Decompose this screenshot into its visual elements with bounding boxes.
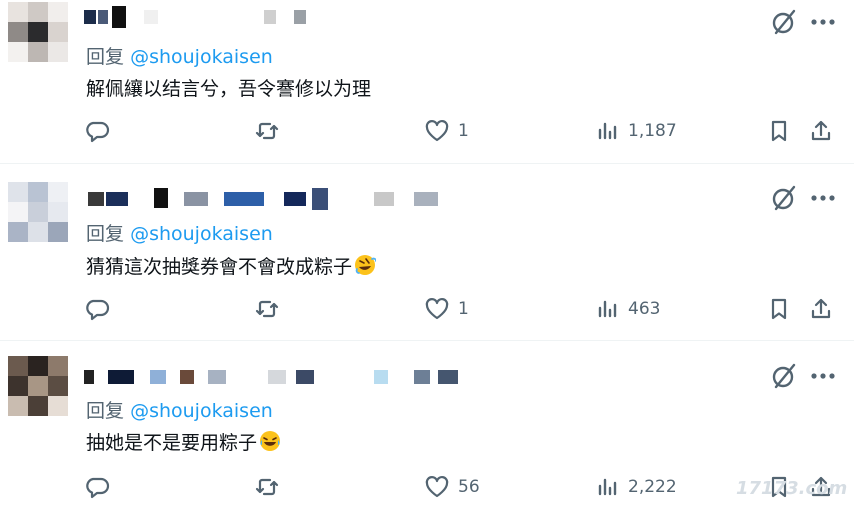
replying-prefix: 回复 [86,400,125,422]
reply-divider [0,340,854,341]
retweet-icon [255,122,279,140]
action-bar: 56 2,222 [0,472,854,502]
comment-icon [86,299,110,321]
share-button[interactable] [808,116,834,146]
comment-icon [86,121,110,143]
reply-text-content: 解佩纕以结言兮，吾令謇修以为理 [86,78,372,100]
avatar-pixelated[interactable] [8,2,68,62]
more-options-icon[interactable] [808,8,838,36]
reply-button[interactable] [84,116,118,146]
reply-divider [0,163,854,164]
view-count: 1,187 [628,121,677,141]
author-name-redacted[interactable] [84,6,684,28]
reply-text-content: 抽她是不是要用粽子 [86,432,258,454]
bookmark-icon [771,120,787,142]
reply-button[interactable] [84,472,118,502]
reply-text: 抽她是不是要用粽子 [86,428,281,455]
replying-handle-link[interactable]: @shoujokaisen [130,400,273,422]
retweet-button[interactable] [254,116,288,146]
more-options-icon[interactable] [808,184,838,212]
share-icon [811,298,831,319]
avatar-pixelated[interactable] [8,356,68,416]
heart-icon [425,298,449,320]
retweet-icon [255,478,279,496]
comment-icon [86,477,110,499]
replying-to: 回复 @shoujokaisen [86,219,273,246]
bookmark-button[interactable] [766,294,792,324]
reply-button[interactable] [84,294,118,324]
bookmark-button[interactable] [766,116,792,146]
replying-prefix: 回复 [86,46,125,68]
like-button[interactable]: 1 [424,294,469,324]
tears-of-joy-emoji [260,431,281,451]
retweet-icon [255,300,279,318]
reply-text: 解佩纕以结言兮，吾令謇修以为理 [86,74,371,101]
replying-to: 回复 @shoujokaisen [86,396,273,423]
replying-handle-link[interactable]: @shoujokaisen [130,46,273,68]
like-count: 1 [458,299,469,319]
reply-text: 猜猜這次抽獎券會不會改成粽子 [86,252,377,279]
author-name-redacted[interactable] [84,366,684,388]
views-button[interactable]: 2,222 [594,472,677,502]
retweet-button[interactable] [254,294,288,324]
rolling-on-floor-laughing-emoji [355,255,377,275]
grok-icon[interactable] [770,362,798,390]
like-count: 56 [458,477,480,497]
views-button[interactable]: 1,187 [594,116,677,146]
like-button[interactable]: 1 [424,116,469,146]
views-bar-chart-icon [598,300,617,318]
replying-to: 回复 @shoujokaisen [86,42,273,69]
retweet-button[interactable] [254,472,288,502]
action-bar: 1 1,187 [0,116,854,146]
heart-icon [425,476,449,498]
avatar-pixelated[interactable] [8,182,68,242]
like-button[interactable]: 56 [424,472,480,502]
site-watermark: 17173.com [736,478,848,499]
view-count: 2,222 [628,477,677,497]
views-button[interactable]: 463 [594,294,660,324]
reply-text-content: 猜猜這次抽獎券會不會改成粽子 [86,256,353,278]
grok-icon[interactable] [770,184,798,212]
replying-handle-link[interactable]: @shoujokaisen [130,223,273,245]
author-name-redacted[interactable] [84,188,684,210]
share-button[interactable] [808,294,834,324]
share-icon [811,120,831,141]
more-options-icon[interactable] [808,362,838,390]
like-count: 1 [458,121,469,141]
views-bar-chart-icon [598,122,617,140]
action-bar: 1 463 [0,294,854,324]
heart-icon [425,120,449,142]
bookmark-icon [771,298,787,320]
replying-prefix: 回复 [86,223,125,245]
view-count: 463 [628,299,661,319]
grok-icon[interactable] [770,8,798,36]
views-bar-chart-icon [598,478,617,496]
